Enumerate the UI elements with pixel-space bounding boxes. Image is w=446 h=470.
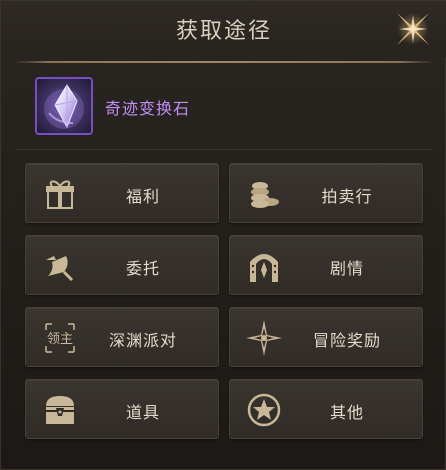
- scroll-quill-icon: [46, 256, 74, 282]
- boss-text-icon: 领主: [45, 323, 75, 353]
- acquisition-dialog: 获取途径 奇迹变换石 福利 拍卖行 委托 剧情 领主 深渊派对 冒险奖励 道具 …: [0, 0, 446, 470]
- boss-icon-text: 领主: [47, 332, 73, 347]
- source-label: 其他: [329, 403, 364, 422]
- close-button[interactable]: [391, 9, 435, 49]
- source-label: 福利: [125, 187, 160, 206]
- chest-icon: [46, 396, 74, 424]
- source-label: 拍卖行: [321, 187, 373, 206]
- source-label: 冒险奖励: [312, 331, 381, 350]
- coins-icon: [251, 182, 279, 208]
- source-label: 道具: [125, 403, 160, 422]
- source-button-welfare[interactable]: 福利: [25, 163, 219, 223]
- source-button-other[interactable]: 其他: [229, 379, 423, 439]
- crystal-icon: [44, 84, 84, 129]
- source-button-auction[interactable]: 拍卖行: [229, 163, 423, 223]
- dialog-title: 获取途径: [175, 19, 272, 44]
- source-button-adventure-reward[interactable]: 冒险奖励: [229, 307, 423, 367]
- dialog-header: 获取途径: [1, 1, 446, 57]
- section-separator: [15, 149, 433, 150]
- source-button-commission[interactable]: 委托: [25, 235, 219, 295]
- source-button-abyss-party[interactable]: 领主 深渊派对: [25, 307, 219, 367]
- compass-star-icon: [246, 320, 282, 356]
- source-label: 剧情: [329, 259, 364, 278]
- star-circle-icon: [247, 393, 281, 427]
- source-button-story[interactable]: 剧情: [229, 235, 423, 295]
- source-button-items[interactable]: 道具: [25, 379, 219, 439]
- archway-icon: [250, 254, 278, 282]
- header-divider: [15, 61, 433, 63]
- source-label: 深渊派对: [108, 331, 177, 350]
- source-label: 委托: [125, 259, 160, 278]
- gift-icon: [46, 180, 74, 209]
- close-icon: [397, 13, 429, 45]
- item-name: 奇迹变换石: [105, 99, 191, 118]
- item-icon-frame[interactable]: [35, 77, 93, 135]
